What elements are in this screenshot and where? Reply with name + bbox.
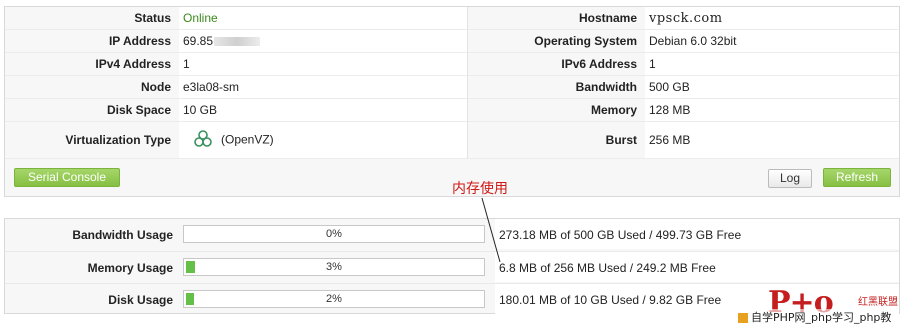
memory-usage-annotation: 内存使用: [452, 181, 508, 197]
memory-usage-label: Memory Usage: [87, 261, 173, 275]
ipv4-label: IPv4 Address: [5, 52, 179, 76]
virtualization-label: Virtualization Type: [5, 121, 179, 159]
bandwidth-usage-bar: 0%: [183, 225, 485, 243]
ipv4-value: 1: [179, 52, 468, 76]
ipv6-label: IPv6 Address: [467, 52, 645, 76]
refresh-button[interactable]: Refresh: [823, 168, 891, 187]
info-row-status: Status Online Hostname vpsck.com: [5, 7, 899, 30]
serial-console-button[interactable]: Serial Console: [14, 168, 120, 187]
node-value: e3la08-sm: [179, 75, 468, 99]
bandwidth-usage-percent: 0%: [326, 228, 342, 240]
bandwidth-value: 500 GB: [645, 75, 899, 99]
memory-usage-detail: 6.8 MB of 256 MB Used / 249.2 MB Free: [495, 252, 899, 282]
node-label: Node: [5, 75, 179, 99]
ip-address-label: IP Address: [5, 29, 179, 53]
disk-usage-bar: 2%: [183, 290, 485, 308]
bandwidth-usage-label: Bandwidth Usage: [72, 228, 173, 242]
memory-value: 128 MB: [645, 98, 899, 122]
bandwidth-label: Bandwidth: [467, 75, 645, 99]
info-row-ipv4: IPv4 Address 1 IPv6 Address 1: [5, 52, 899, 76]
hostname-label: Hostname: [467, 7, 645, 30]
os-label: Operating System: [467, 29, 645, 53]
disk-space-value: 10 GB: [179, 98, 468, 122]
disk-usage-percent: 2%: [326, 293, 342, 305]
watermark-subtitle: 自学PHP网_php学习_php教: [751, 311, 892, 324]
server-info-panel: Status Online Hostname vpsck.com IP Addr…: [4, 6, 900, 197]
status-label: Status: [5, 7, 179, 30]
memory-usage-percent: 3%: [326, 261, 342, 273]
ip-address-value: 69.85: [183, 34, 214, 48]
openvz-logo-icon: [193, 129, 213, 152]
disk-space-label: Disk Space: [5, 98, 179, 122]
memory-usage-bar: 3%: [183, 258, 485, 276]
watermark-box-icon: [738, 313, 748, 323]
info-row-virt: Virtualization Type (OpenVZ) Burst 256 M…: [5, 121, 899, 159]
os-value: Debian 6.0 32bit: [645, 29, 899, 53]
burst-value: 256 MB: [645, 121, 899, 159]
site-watermark: P+o 红黑联盟 自学PHP网_php学习_php教: [738, 288, 905, 330]
usage-row-bandwidth: Bandwidth Usage 0% 273.18 MB of 500 GB U…: [5, 219, 899, 251]
watermark-org: 红黑联盟: [858, 297, 898, 308]
ipv6-value: 1: [645, 52, 899, 76]
memory-label: Memory: [467, 98, 645, 122]
virtualization-value: (OpenVZ): [221, 132, 274, 147]
info-row-disk: Disk Space 10 GB Memory 128 MB: [5, 98, 899, 122]
hostname-value: vpsck.com: [649, 10, 723, 26]
server-info-table: Status Online Hostname vpsck.com IP Addr…: [5, 7, 899, 159]
log-button[interactable]: Log: [768, 169, 812, 188]
redacted-blur: [214, 37, 261, 47]
status-value: Online: [183, 11, 218, 25]
info-row-node: Node e3la08-sm Bandwidth 500 GB: [5, 75, 899, 99]
bandwidth-usage-detail: 273.18 MB of 500 GB Used / 499.73 GB Fre…: [495, 219, 899, 249]
info-row-ip: IP Address 69.85 Operating System Debian…: [5, 29, 899, 53]
burst-label: Burst: [467, 121, 645, 159]
disk-usage-label: Disk Usage: [108, 293, 173, 307]
usage-row-memory: Memory Usage 3% 6.8 MB of 256 MB Used / …: [5, 251, 899, 284]
